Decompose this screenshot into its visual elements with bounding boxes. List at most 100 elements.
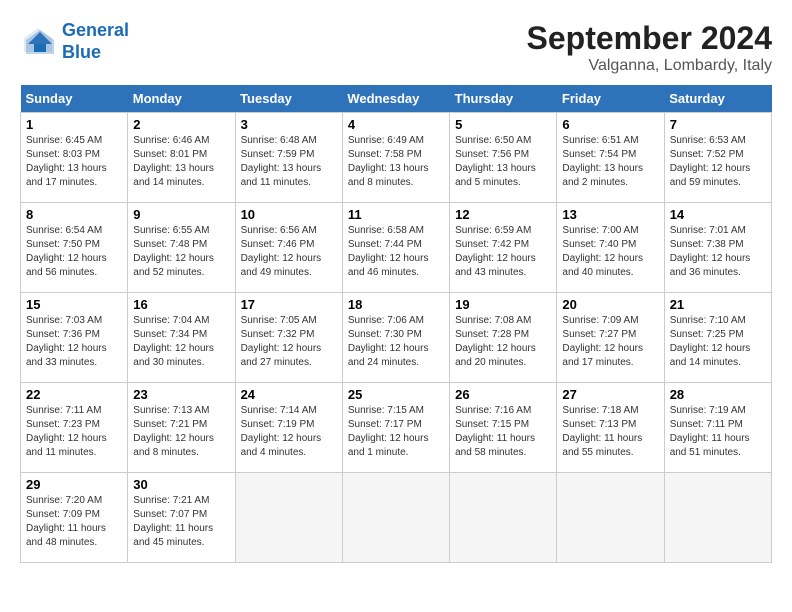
- day-number: 14: [670, 207, 766, 222]
- day-number: 13: [562, 207, 658, 222]
- day-number: 5: [455, 117, 551, 132]
- day-number: 17: [241, 297, 337, 312]
- day-cell-20: 20 Sunrise: 7:09 AM Sunset: 7:27 PM Dayli…: [557, 293, 664, 383]
- calendar-week-1: 1 Sunrise: 6:45 AM Sunset: 8:03 PM Daylig…: [21, 113, 772, 203]
- calendar-header-row: Sunday Monday Tuesday Wednesday Thursday…: [21, 85, 772, 113]
- day-cell-19: 19Sunrise: 7:08 AM Sunset: 7:28 PM Dayli…: [450, 293, 557, 383]
- location-title: Valganna, Lombardy, Italy: [527, 57, 772, 75]
- day-number: 12: [455, 207, 551, 222]
- day-cell-25: 25 Sunrise: 7:15 AM Sunset: 7:17 PM Dayli…: [342, 383, 449, 473]
- day-info: Sunrise: 7:13 AM Sunset: 7:21 PM Dayligh…: [133, 404, 229, 460]
- day-number: 25: [348, 387, 444, 402]
- calendar-week-2: 8 Sunrise: 6:54 AM Sunset: 7:50 PM Daylig…: [21, 203, 772, 293]
- day-cell-8: 8 Sunrise: 6:54 AM Sunset: 7:50 PM Daylig…: [21, 203, 128, 293]
- day-number: 26: [455, 387, 551, 402]
- day-cell-23: 23 Sunrise: 7:13 AM Sunset: 7:21 PM Dayli…: [128, 383, 235, 473]
- day-info: Sunrise: 6:56 AM Sunset: 7:46 PM Dayligh…: [241, 224, 337, 280]
- day-cell-5: 5 Sunrise: 6:50 AM Sunset: 7:56 PM Daylig…: [450, 113, 557, 203]
- day-number: 11: [348, 207, 444, 222]
- day-info: Sunrise: 7:21 AM Sunset: 7:07 PM Dayligh…: [133, 494, 229, 550]
- day-number: 22: [26, 387, 122, 402]
- day-info: Sunrise: 7:05 AM Sunset: 7:32 PM Dayligh…: [241, 314, 337, 370]
- day-info: Sunrise: 7:04 AM Sunset: 7:34 PM Dayligh…: [133, 314, 229, 370]
- day-info: Sunrise: 7:14 AM Sunset: 7:19 PM Dayligh…: [241, 404, 337, 460]
- day-info: Sunrise: 7:01 AM Sunset: 7:38 PM Dayligh…: [670, 224, 766, 280]
- day-number: 7: [670, 117, 766, 132]
- month-title: September 2024: [527, 20, 772, 57]
- day-number: 4: [348, 117, 444, 132]
- day-number: 29: [26, 477, 122, 492]
- col-saturday: Saturday: [664, 85, 771, 113]
- day-info: Sunrise: 7:18 AM Sunset: 7:13 PM Dayligh…: [562, 404, 658, 460]
- day-number: 15: [26, 297, 122, 312]
- day-info: Sunrise: 6:45 AM Sunset: 8:03 PM Dayligh…: [26, 134, 122, 190]
- day-info: Sunrise: 7:11 AM Sunset: 7:23 PM Dayligh…: [26, 404, 122, 460]
- empty-cell: [664, 473, 771, 563]
- col-friday: Friday: [557, 85, 664, 113]
- day-number: 28: [670, 387, 766, 402]
- day-cell-10: 10 Sunrise: 6:56 AM Sunset: 7:46 PM Dayli…: [235, 203, 342, 293]
- day-number: 10: [241, 207, 337, 222]
- day-number: 23: [133, 387, 229, 402]
- day-number: 21: [670, 297, 766, 312]
- day-cell-6: 6 Sunrise: 6:51 AM Sunset: 7:54 PM Daylig…: [557, 113, 664, 203]
- page-header: General Blue September 2024 Valganna, Lo…: [20, 20, 772, 75]
- day-number: 18: [348, 297, 444, 312]
- day-number: 19: [455, 297, 551, 312]
- day-info: Sunrise: 6:58 AM Sunset: 7:44 PM Dayligh…: [348, 224, 444, 280]
- day-cell-29: 29 Sunrise: 7:20 AM Sunset: 7:09 PM Dayli…: [21, 473, 128, 563]
- day-cell-21: 21 Sunrise: 7:10 AM Sunset: 7:25 PM Dayli…: [664, 293, 771, 383]
- day-info: Sunrise: 7:19 AM Sunset: 7:11 PM Dayligh…: [670, 404, 766, 460]
- day-cell-1: 1 Sunrise: 6:45 AM Sunset: 8:03 PM Daylig…: [21, 113, 128, 203]
- day-number: 16: [133, 297, 229, 312]
- day-info: Sunrise: 6:55 AM Sunset: 7:48 PM Dayligh…: [133, 224, 229, 280]
- day-info: Sunrise: 7:16 AM Sunset: 7:15 PM Dayligh…: [455, 404, 551, 460]
- day-cell-16: 16 Sunrise: 7:04 AM Sunset: 7:34 PM Dayli…: [128, 293, 235, 383]
- day-info: Sunrise: 7:15 AM Sunset: 7:17 PM Dayligh…: [348, 404, 444, 460]
- day-info: Sunrise: 7:06 AM Sunset: 7:30 PM Dayligh…: [348, 314, 444, 370]
- day-cell-14: 14 Sunrise: 7:01 AM Sunset: 7:38 PM Dayli…: [664, 203, 771, 293]
- day-number: 6: [562, 117, 658, 132]
- day-info: Sunrise: 6:53 AM Sunset: 7:52 PM Dayligh…: [670, 134, 766, 190]
- day-cell-9: 9 Sunrise: 6:55 AM Sunset: 7:48 PM Daylig…: [128, 203, 235, 293]
- day-info: Sunrise: 6:59 AM Sunset: 7:42 PM Dayligh…: [455, 224, 551, 280]
- day-info: Sunrise: 7:20 AM Sunset: 7:09 PM Dayligh…: [26, 494, 122, 550]
- day-cell-11: 11 Sunrise: 6:58 AM Sunset: 7:44 PM Dayli…: [342, 203, 449, 293]
- day-info: Sunrise: 7:10 AM Sunset: 7:25 PM Dayligh…: [670, 314, 766, 370]
- calendar-body: 1 Sunrise: 6:45 AM Sunset: 8:03 PM Daylig…: [21, 113, 772, 563]
- day-info: Sunrise: 7:09 AM Sunset: 7:27 PM Dayligh…: [562, 314, 658, 370]
- empty-cell: [342, 473, 449, 563]
- calendar-week-5: 29 Sunrise: 7:20 AM Sunset: 7:09 PM Dayli…: [21, 473, 772, 563]
- day-number: 8: [26, 207, 122, 222]
- day-cell-13: 13Sunrise: 7:00 AM Sunset: 7:40 PM Dayli…: [557, 203, 664, 293]
- day-cell-4: 4 Sunrise: 6:49 AM Sunset: 7:58 PM Daylig…: [342, 113, 449, 203]
- day-number: 1: [26, 117, 122, 132]
- logo-icon: [20, 24, 56, 60]
- day-info: Sunrise: 6:50 AM Sunset: 7:56 PM Dayligh…: [455, 134, 551, 190]
- day-cell-17: 17 Sunrise: 7:05 AM Sunset: 7:32 PM Dayli…: [235, 293, 342, 383]
- day-number: 30: [133, 477, 229, 492]
- day-cell-3: 3Sunrise: 6:48 AM Sunset: 7:59 PM Daylig…: [235, 113, 342, 203]
- day-cell-30: 30 Sunrise: 7:21 AM Sunset: 7:07 PM Dayli…: [128, 473, 235, 563]
- day-cell-22: 22 Sunrise: 7:11 AM Sunset: 7:23 PM Dayli…: [21, 383, 128, 473]
- day-number: 2: [133, 117, 229, 132]
- col-sunday: Sunday: [21, 85, 128, 113]
- day-info: Sunrise: 6:49 AM Sunset: 7:58 PM Dayligh…: [348, 134, 444, 190]
- day-number: 9: [133, 207, 229, 222]
- day-number: 27: [562, 387, 658, 402]
- day-cell-18: 18 Sunrise: 7:06 AM Sunset: 7:30 PM Dayli…: [342, 293, 449, 383]
- day-number: 24: [241, 387, 337, 402]
- day-info: Sunrise: 7:03 AM Sunset: 7:36 PM Dayligh…: [26, 314, 122, 370]
- logo-text: General Blue: [62, 20, 129, 63]
- day-info: Sunrise: 6:54 AM Sunset: 7:50 PM Dayligh…: [26, 224, 122, 280]
- logo: General Blue: [20, 20, 129, 63]
- day-cell-7: 7 Sunrise: 6:53 AM Sunset: 7:52 PM Daylig…: [664, 113, 771, 203]
- day-number: 20: [562, 297, 658, 312]
- day-info: Sunrise: 6:51 AM Sunset: 7:54 PM Dayligh…: [562, 134, 658, 190]
- day-number: 3: [241, 117, 337, 132]
- day-cell-15: 15 Sunrise: 7:03 AM Sunset: 7:36 PM Dayli…: [21, 293, 128, 383]
- day-cell-24: 24 Sunrise: 7:14 AM Sunset: 7:19 PM Dayli…: [235, 383, 342, 473]
- col-wednesday: Wednesday: [342, 85, 449, 113]
- col-tuesday: Tuesday: [235, 85, 342, 113]
- empty-cell: [450, 473, 557, 563]
